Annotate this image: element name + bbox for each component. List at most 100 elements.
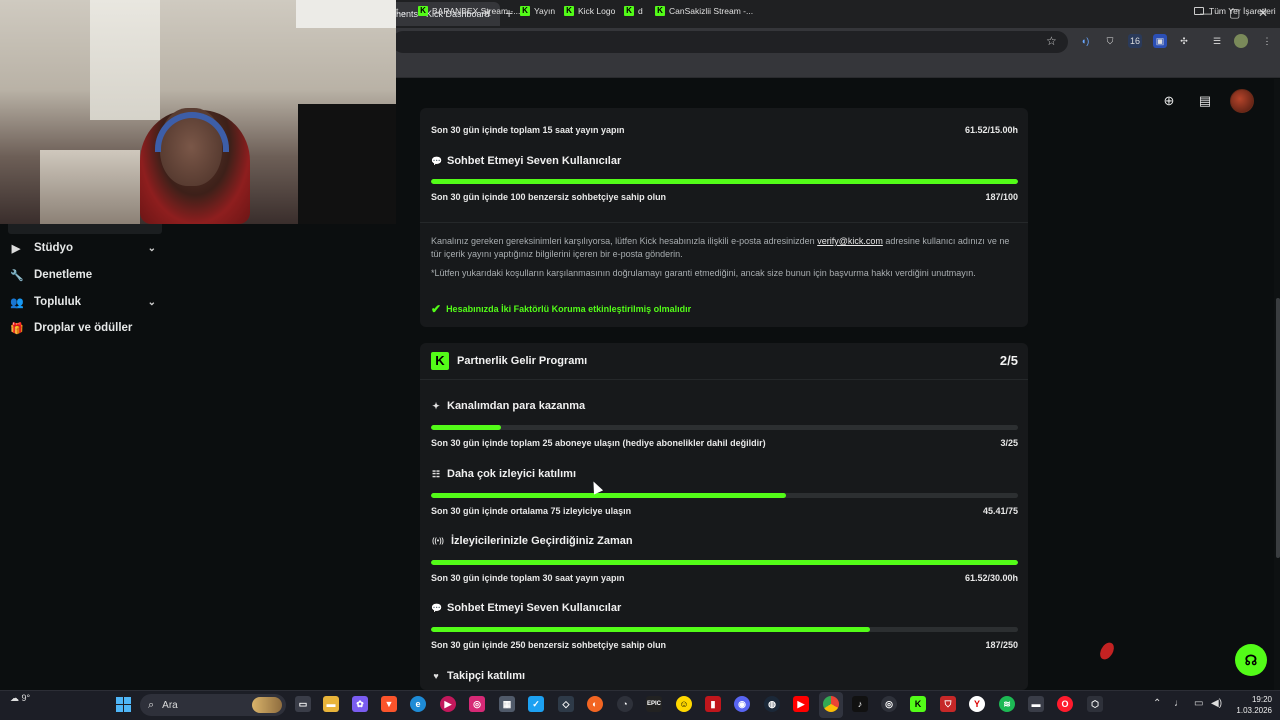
notification-icon[interactable]: ⊕: [1161, 93, 1177, 109]
webcam-overlay: [0, 0, 396, 224]
requirement-value: 187/250: [985, 640, 1018, 650]
gift-icon: 🎁: [10, 322, 24, 335]
puzzle-extension-icon[interactable]: ✣: [1177, 34, 1191, 48]
requirement-title: 💬 Sohbet Etmeyi Seven Kullanıcılar: [431, 155, 622, 167]
requirement-value: 187/100: [985, 192, 1018, 202]
app-icon[interactable]: ◐: [587, 696, 603, 712]
copilot-icon[interactable]: ✿: [352, 696, 368, 712]
clock-time: 19:20: [1251, 695, 1272, 704]
broadcast-icon: ((•)): [432, 537, 444, 545]
instagram-icon[interactable]: ◎: [469, 696, 485, 712]
app-icon[interactable]: ◎: [881, 696, 897, 712]
search-icon: ⌕: [148, 698, 155, 711]
webcam-background-window: [90, 0, 160, 120]
app-icon[interactable]: ▬: [1028, 696, 1044, 712]
extension-badge-icon[interactable]: 16: [1128, 34, 1142, 48]
webcam-background-table: [40, 150, 140, 224]
sidebar-item-label: Droplar ve ödüller: [34, 322, 133, 334]
speedometer-icon[interactable]: ◔: [617, 696, 633, 712]
store-icon[interactable]: ▦: [499, 696, 515, 712]
snapchat-icon[interactable]: ☺: [676, 696, 692, 712]
clock-date: 1.03.2026: [1236, 706, 1272, 715]
app-icon[interactable]: ◇: [558, 696, 574, 712]
sidebar-item-achievements[interactable]: [8, 224, 162, 234]
bookmark-item-3[interactable]: K Kick Logo: [564, 4, 615, 18]
weather-widget[interactable]: ☁ 9°: [10, 693, 30, 704]
bookmark-item-1[interactable]: K BARANBEX Stream -...: [418, 4, 520, 18]
bookmark-item-5[interactable]: K CanSakizlii Stream -...: [655, 4, 753, 18]
screen-extension-icon[interactable]: ▣: [1153, 34, 1167, 48]
volume-icon[interactable]: ◀): [1211, 698, 1222, 709]
two-factor-requirement: ✔ Hesabınızda İki Faktörlü Koruma etkinl…: [431, 302, 692, 316]
twitter-icon[interactable]: ✓: [528, 696, 544, 712]
app-icon[interactable]: ⬡: [1087, 696, 1103, 712]
epic-games-icon[interactable]: EPIC: [646, 696, 662, 712]
file-explorer-icon[interactable]: ▬: [323, 696, 339, 712]
youtube-icon[interactable]: ▶: [793, 696, 809, 712]
shield-app-icon[interactable]: ⛉: [940, 696, 956, 712]
task-view-icon[interactable]: ▭: [295, 696, 311, 712]
network-icon[interactable]: ▭: [1194, 698, 1203, 709]
verify-email-link[interactable]: verify@kick.com: [817, 236, 883, 246]
viewers-icon: ☷: [431, 468, 441, 479]
chrome-icon[interactable]: [823, 696, 839, 712]
microphone-icon[interactable]: ♩: [1174, 698, 1184, 709]
profile-avatar-icon[interactable]: [1234, 34, 1248, 48]
streamer-mode-icon[interactable]: ▤: [1197, 93, 1213, 109]
requirement-title: 💬 Sohbet Etmeyi Seven Kullanıcılar: [431, 602, 622, 614]
progress-fill: [431, 627, 871, 632]
watermark-logo: [1098, 640, 1116, 662]
system-clock[interactable]: 19:20 1.03.2026: [1228, 694, 1272, 716]
bookmark-item-2[interactable]: K Yayın: [520, 4, 555, 18]
progress-track: [431, 493, 1018, 498]
tiktok-icon[interactable]: ♪: [852, 696, 868, 712]
taskbar-search[interactable]: ⌕ Ara: [140, 694, 286, 716]
media-player-icon[interactable]: ▶: [440, 696, 456, 712]
scrollbar-thumb[interactable]: [1276, 298, 1280, 558]
partner-program-count: 2/5: [999, 353, 1018, 368]
sidebar-item-label: Stüdyo: [34, 242, 73, 254]
all-bookmarks-button[interactable]: Tüm Yer İşaretleri: [1194, 4, 1276, 18]
requirement-description: Son 30 gün içinde 250 benzersiz sohbetçi…: [431, 640, 667, 650]
kick-logo-icon: K: [520, 6, 530, 16]
spotify-icon[interactable]: ≋: [999, 696, 1015, 712]
search-placeholder: Ara: [162, 699, 178, 711]
bookmark-star-icon[interactable]: ☆: [1046, 34, 1057, 48]
start-button[interactable]: [116, 697, 131, 712]
kick-app-icon[interactable]: K: [910, 696, 926, 712]
bookmark-item-4[interactable]: Kd: [624, 4, 643, 18]
opera-icon[interactable]: O: [1057, 696, 1073, 712]
browser-menu-icon[interactable]: ⋮: [1260, 34, 1274, 48]
tray-overflow-icon[interactable]: ⌃: [1153, 698, 1161, 709]
affiliate-card: [420, 108, 1028, 327]
webcam-background-ac: [296, 0, 396, 28]
address-bar[interactable]: [392, 31, 1068, 53]
folder-icon: [1194, 7, 1204, 15]
brave-icon[interactable]: ▼: [381, 696, 397, 712]
progress-track: [431, 627, 1018, 632]
sidebar-item-community[interactable]: 👥 Topluluk ⌄: [10, 292, 160, 312]
discord-icon[interactable]: ◉: [734, 696, 750, 712]
steam-icon[interactable]: ◍: [764, 696, 780, 712]
requirement-title: ((•)) İzleyicilerinizle Geçirdiğiniz Zam…: [432, 535, 633, 547]
progress-fill: [431, 493, 787, 498]
voice-extension-icon[interactable]: ◖): [1078, 34, 1092, 48]
app-icon[interactable]: ▮: [705, 696, 721, 712]
bookmark-item-0[interactable]: t...: [396, 4, 405, 18]
sidebar-item-drops[interactable]: 🎁 Droplar ve ödüller: [10, 318, 160, 338]
wrench-icon: 🔧: [10, 269, 24, 282]
people-icon: 👥: [10, 296, 24, 309]
requirement-description: Son 30 gün içinde ortalama 75 izleyiciye…: [431, 506, 632, 516]
reading-list-icon[interactable]: ☰: [1210, 34, 1224, 48]
kick-logo-icon: K: [624, 6, 634, 16]
user-avatar[interactable]: [1230, 89, 1254, 113]
edge-icon[interactable]: e: [410, 696, 426, 712]
progress-track: [431, 425, 1018, 430]
kick-logo-icon: K: [564, 6, 574, 16]
sidebar-item-moderation[interactable]: 🔧 Denetleme: [10, 265, 160, 285]
shield-extension-icon[interactable]: ⛉: [1103, 34, 1117, 48]
kick-logo-icon: K: [418, 6, 428, 16]
support-chat-button[interactable]: ☊: [1235, 644, 1267, 676]
yandex-icon[interactable]: Y: [969, 696, 985, 712]
sidebar-item-studio[interactable]: ▶ Stüdyo ⌄: [10, 238, 160, 258]
